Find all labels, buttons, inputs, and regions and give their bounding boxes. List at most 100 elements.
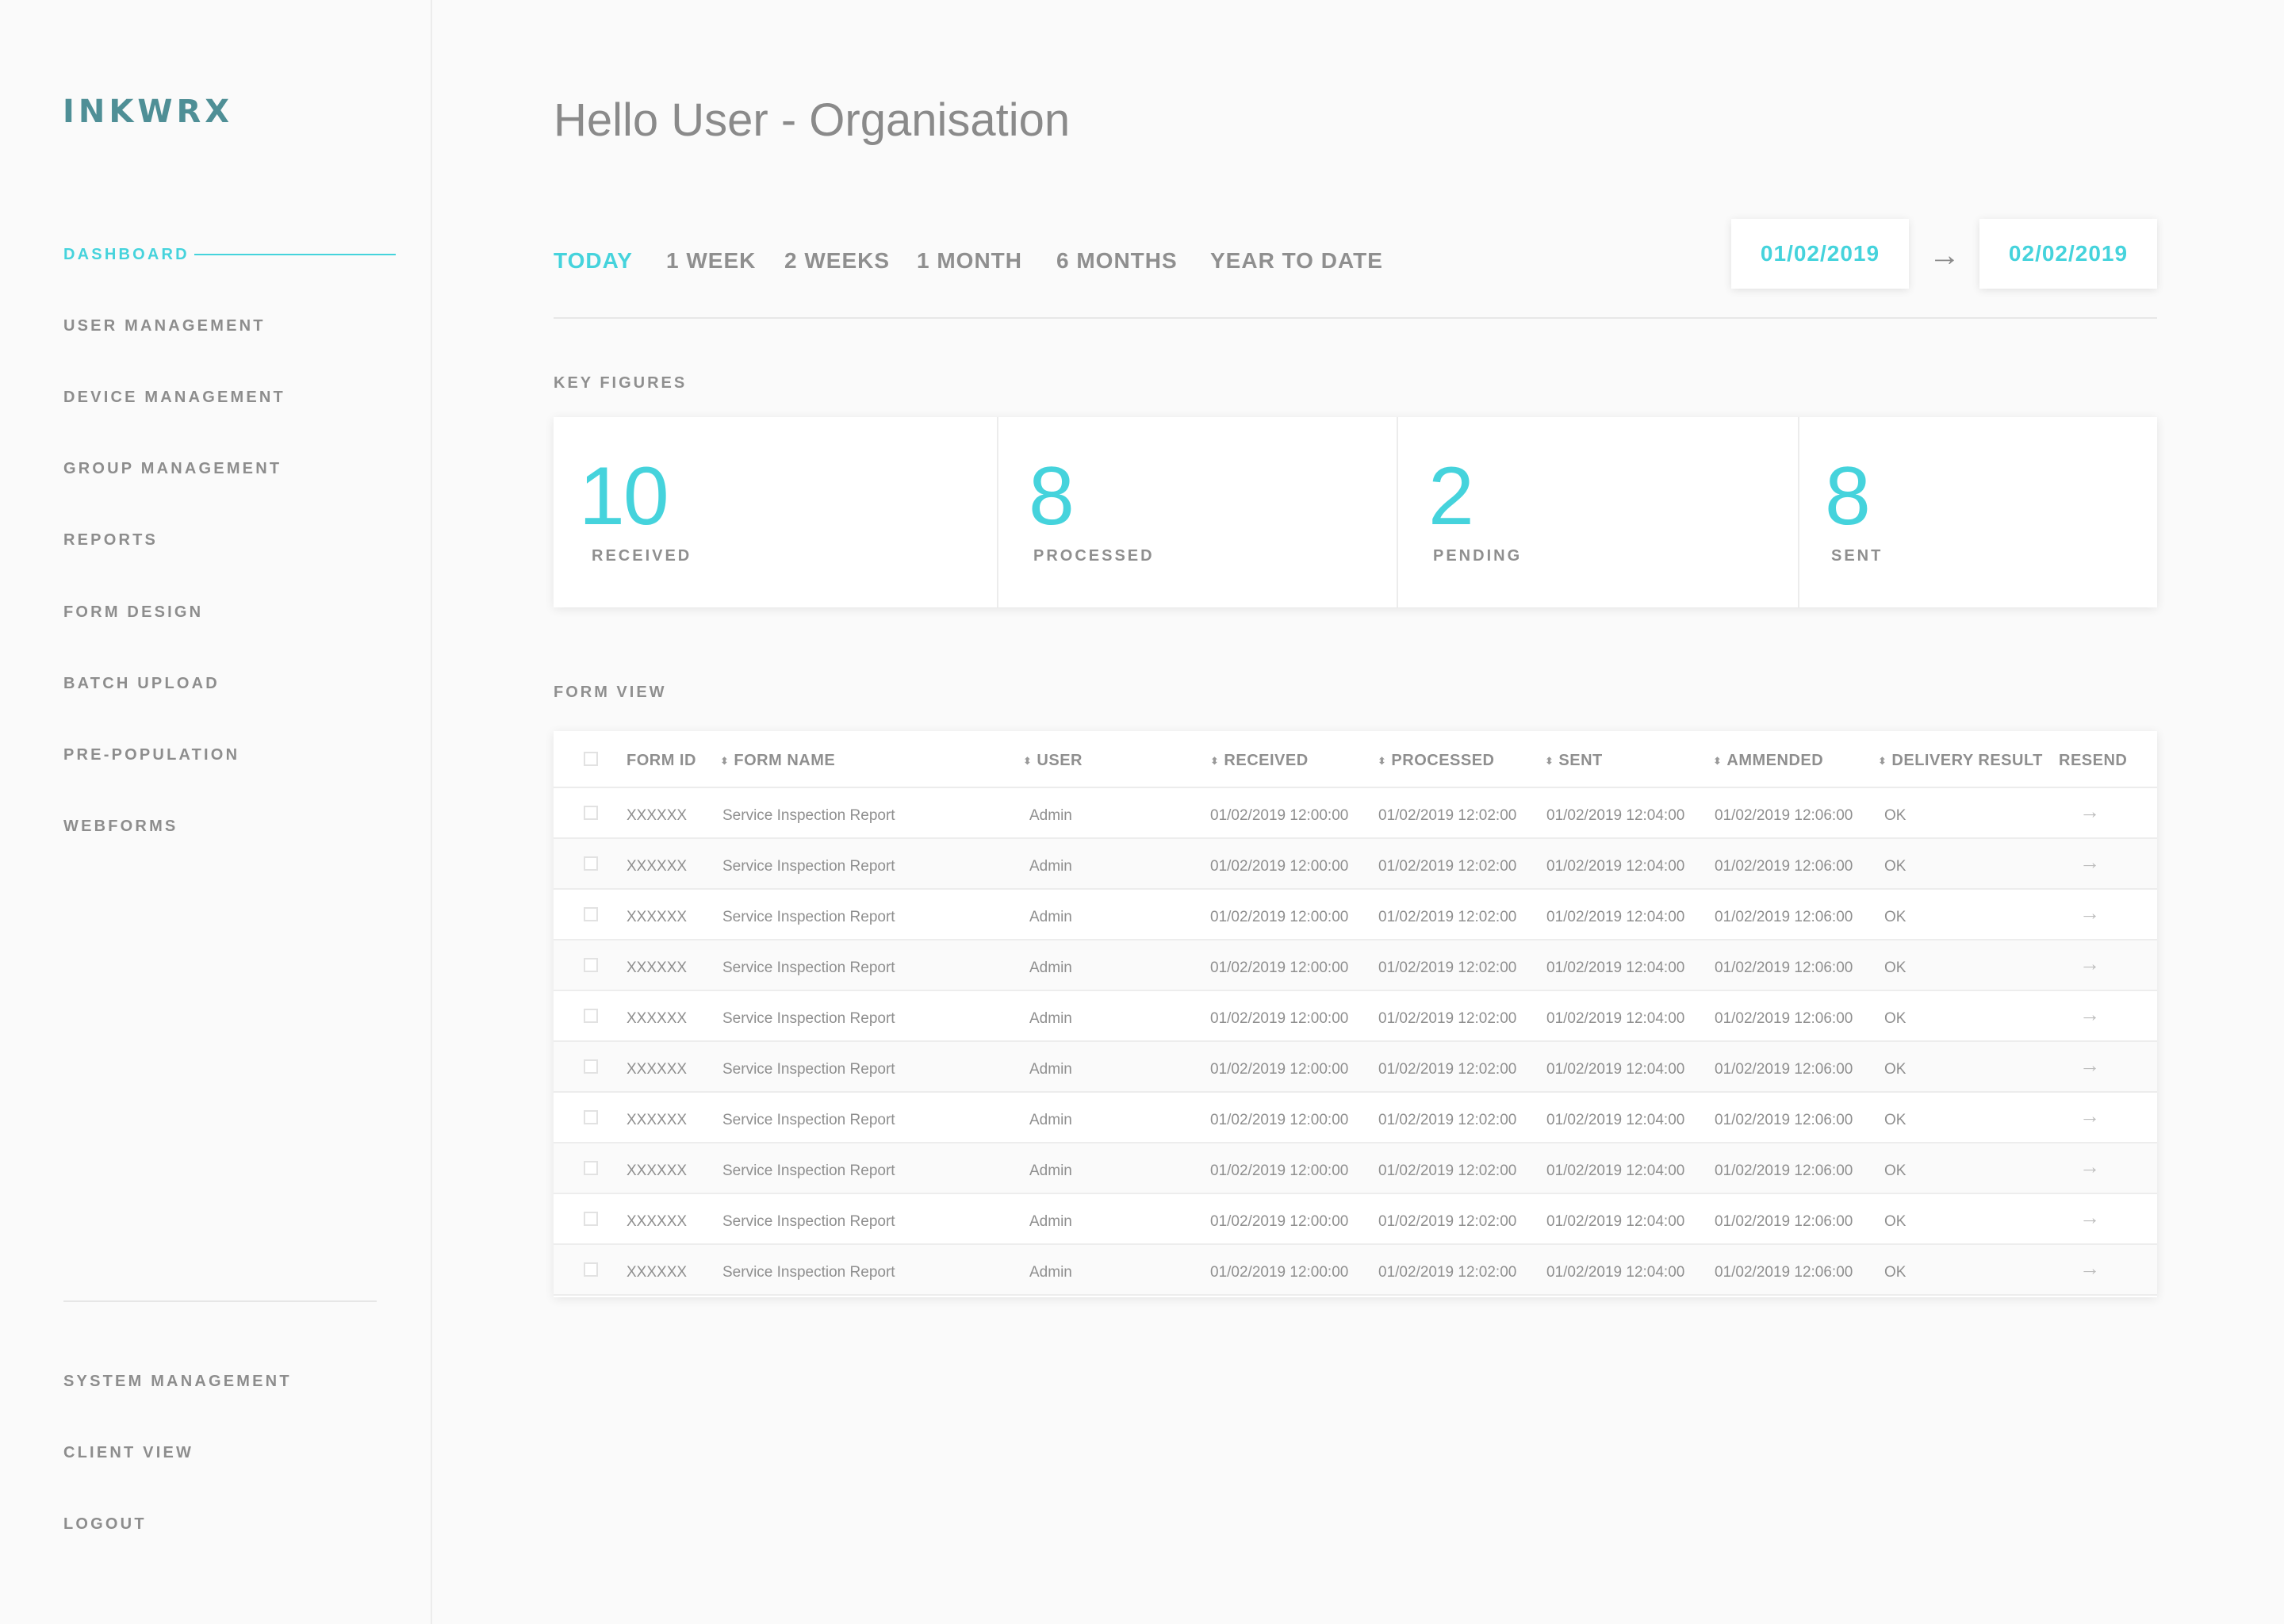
resend-arrow-icon[interactable]: → [2079,1205,2100,1230]
cell-user: Admin [1029,1112,1072,1128]
row-checkbox[interactable] [584,907,598,921]
sidebar-item-dashboard[interactable]: DASHBOARD [63,246,190,264]
column-header-user[interactable]: ⬍ USER [1023,752,1083,770]
column-header-form-id[interactable]: FORM ID [627,752,696,770]
cell-user: Admin [1029,959,1072,976]
sort-icon[interactable]: ⬍ [1378,756,1386,766]
sidebar-item-group-management[interactable]: GROUP MANAGEMENT [63,460,282,478]
table-row[interactable]: XXXXXX Service Inspection Report Admin 01/0… [554,1245,2157,1296]
table-row[interactable]: XXXXXX Service Inspection Report Admin 01/0… [554,1093,2157,1143]
row-checkbox[interactable] [584,958,598,972]
cell-processed: 01/02/2019 12:02:00 [1378,909,1517,925]
sidebar-item-system-management[interactable]: SYSTEM MANAGEMENT [63,1373,292,1391]
cell-form-name: Service Inspection Report [722,1112,895,1128]
cell-ammended: 01/02/2019 12:06:00 [1715,858,1853,875]
app-logo[interactable]: INKWRX [63,94,233,130]
column-header-resend: RESEND [2059,752,2128,769]
row-checkbox[interactable] [584,1110,598,1124]
table-row[interactable]: XXXXXX Service Inspection Report Admin 01/0… [554,788,2157,839]
tab-year-to-date[interactable]: YEAR TO DATE [1210,248,1383,274]
table-row[interactable]: XXXXXX Service Inspection Report Admin 01/0… [554,839,2157,890]
date-to-field[interactable]: 02/02/2019 [1979,219,2157,289]
resend-arrow-icon[interactable]: → [2079,901,2100,925]
cell-form-id: XXXXXX [627,807,688,824]
resend-arrow-icon[interactable]: → [2079,799,2100,824]
resend-arrow-icon[interactable]: → [2079,1256,2100,1281]
column-header-received[interactable]: ⬍ RECEIVED [1210,752,1309,770]
sort-icon[interactable]: ⬍ [1878,756,1887,766]
cell-sent: 01/02/2019 12:04:00 [1546,909,1685,925]
page-title: Hello User - Organisation [554,94,1071,146]
row-checkbox[interactable] [584,1212,598,1226]
tab-1-week[interactable]: 1 WEEK [666,248,756,274]
sidebar-item-client-view[interactable]: CLIENT VIEW [63,1444,194,1462]
table-row[interactable]: XXXXXX Service Inspection Report Admin 01/0… [554,1042,2157,1093]
table-row[interactable]: XXXXXX Service Inspection Report Admin 01/0… [554,991,2157,1042]
sidebar-item-reports[interactable]: REPORTS [63,531,158,550]
column-header-ammended[interactable]: ⬍ AMMENDED [1713,752,1823,770]
cell-sent: 01/02/2019 12:04:00 [1546,959,1685,976]
form-view-table: FORM ID ⬍ FORM NAME ⬍ USER ⬍ RECEIVED ⬍ PROC… [554,731,2157,1297]
row-checkbox[interactable] [584,1262,598,1277]
date-from-field[interactable]: 01/02/2019 [1731,219,1909,289]
cell-processed: 01/02/2019 12:02:00 [1378,1010,1517,1027]
tab-today[interactable]: TODAY [554,248,633,274]
column-header-processed[interactable]: ⬍ PROCESSED [1378,752,1495,770]
cell-ammended: 01/02/2019 12:06:00 [1715,1010,1853,1027]
cell-form-name: Service Inspection Report [722,1213,895,1230]
row-checkbox[interactable] [584,1009,598,1023]
row-checkbox[interactable] [584,1161,598,1175]
sidebar-item-user-management[interactable]: USER MANAGEMENT [63,317,266,335]
cell-form-id: XXXXXX [627,858,688,875]
sidebar-item-webforms[interactable]: WEBFORMS [63,818,178,836]
column-header-sent[interactable]: ⬍ SENT [1545,752,1603,770]
sidebar-item-pre-population[interactable]: PRE-POPULATION [63,746,240,764]
select-all-checkbox[interactable] [584,752,598,766]
active-nav-indicator [194,254,396,255]
sort-icon[interactable]: ⬍ [1545,756,1554,766]
cell-form-name: Service Inspection Report [722,807,895,824]
row-checkbox[interactable] [584,1059,598,1074]
resend-arrow-icon[interactable]: → [2079,850,2100,875]
tab-2-weeks[interactable]: 2 WEEKS [784,248,890,274]
table-row[interactable]: XXXXXX Service Inspection Report Admin 01/0… [554,1143,2157,1194]
cell-delivery-result: OK [1884,1061,1907,1078]
resend-arrow-icon[interactable]: → [2079,1104,2100,1128]
cell-processed: 01/02/2019 12:02:00 [1378,1061,1517,1078]
cell-ammended: 01/02/2019 12:06:00 [1715,959,1853,976]
resend-arrow-icon[interactable]: → [2079,1155,2100,1179]
cell-form-name: Service Inspection Report [722,858,895,875]
tab-1-month[interactable]: 1 MONTH [917,248,1022,274]
cell-delivery-result: OK [1884,959,1907,976]
cell-ammended: 01/02/2019 12:06:00 [1715,1213,1853,1230]
sort-icon[interactable]: ⬍ [720,756,729,766]
cell-user: Admin [1029,1010,1072,1027]
table-row[interactable]: XXXXXX Service Inspection Report Admin 01/0… [554,1194,2157,1245]
row-checkbox[interactable] [584,856,598,871]
cell-sent: 01/02/2019 12:04:00 [1546,1061,1685,1078]
cell-form-name: Service Inspection Report [722,909,895,925]
sidebar-item-form-design[interactable]: FORM DESIGN [63,603,203,622]
column-header-delivery-result[interactable]: ⬍ DELIVERY RESULT [1878,752,2043,770]
tab-6-months[interactable]: 6 MONTHS [1056,248,1178,274]
sort-icon[interactable]: ⬍ [1713,756,1722,766]
sidebar-item-device-management[interactable]: DEVICE MANAGEMENT [63,389,286,407]
sort-icon[interactable]: ⬍ [1210,756,1219,766]
sort-icon[interactable]: ⬍ [1023,756,1032,766]
sidebar-item-logout[interactable]: LOGOUT [63,1515,147,1534]
row-checkbox[interactable] [584,806,598,820]
key-figure-processed: 8 PROCESSED [997,417,1397,607]
cell-delivery-result: OK [1884,909,1907,925]
table-row[interactable]: XXXXXX Service Inspection Report Admin 01/0… [554,890,2157,940]
resend-arrow-icon[interactable]: → [2079,1053,2100,1078]
column-header-form-name[interactable]: ⬍ FORM NAME [720,752,835,770]
cell-received: 01/02/2019 12:00:00 [1210,909,1349,925]
resend-arrow-icon[interactable]: → [2079,952,2100,976]
sidebar-item-batch-upload[interactable]: BATCH UPLOAD [63,675,220,693]
resend-arrow-icon[interactable]: → [2079,1002,2100,1027]
sidebar: INKWRX DASHBOARD USER MANAGEMENT DEVICE … [0,0,432,1624]
table-row[interactable]: XXXXXX Service Inspection Report Admin 01/0… [554,940,2157,991]
cell-processed: 01/02/2019 12:02:00 [1378,959,1517,976]
cell-ammended: 01/02/2019 12:06:00 [1715,909,1853,925]
key-figure-sent: 8 SENT [1798,417,2157,607]
